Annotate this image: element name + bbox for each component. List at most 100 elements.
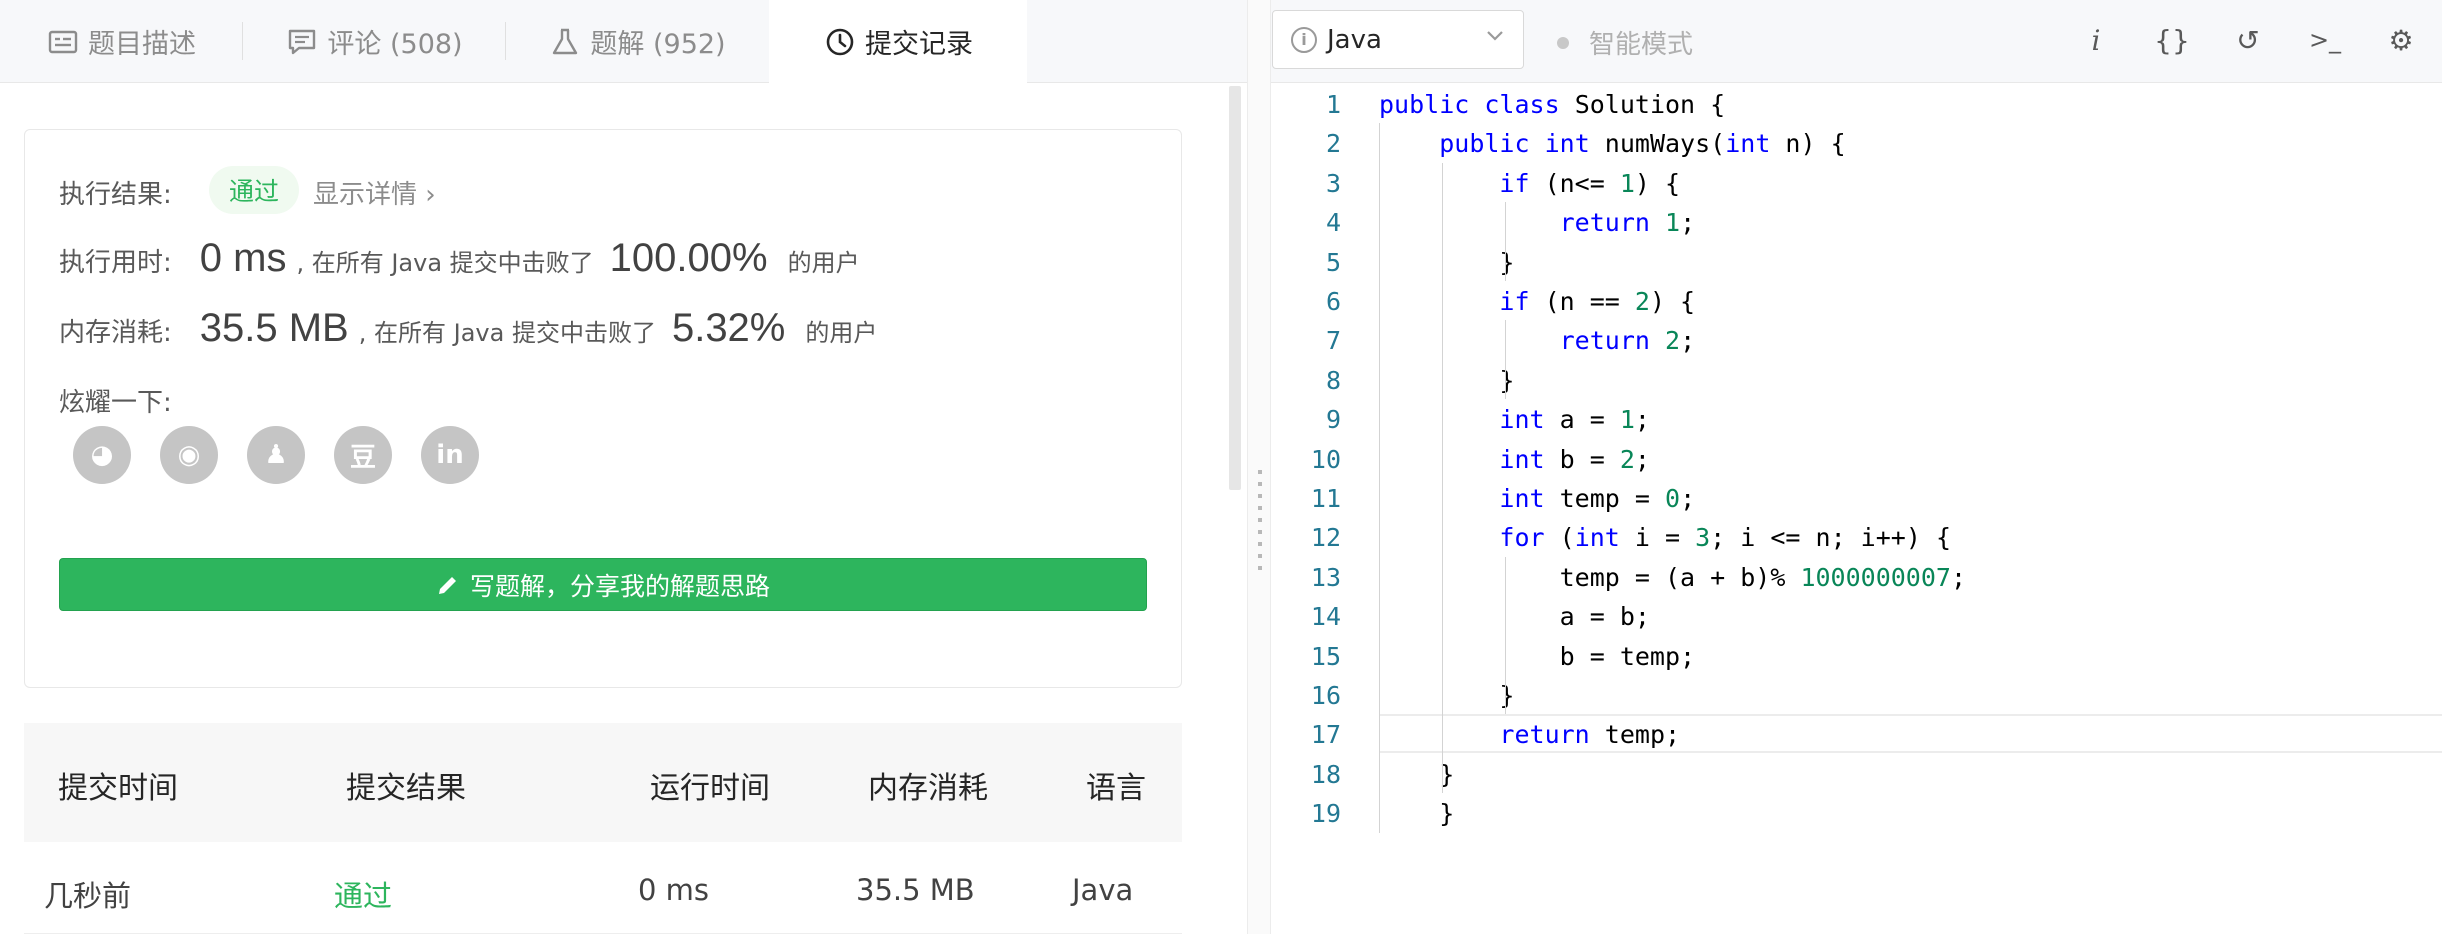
code-line[interactable]: 7 return 2; bbox=[1271, 320, 2442, 359]
indent-guide bbox=[1379, 123, 1380, 833]
qq-icon[interactable]: ♟ bbox=[247, 426, 305, 484]
linkedin-icon[interactable]: in bbox=[421, 426, 479, 484]
indent-guide bbox=[1505, 202, 1506, 281]
line-number: 9 bbox=[1325, 405, 1341, 435]
code-line[interactable]: 10 int b = 2; bbox=[1271, 439, 2442, 478]
settings-icon[interactable]: ⚙ bbox=[2381, 20, 2421, 60]
editor-panel: i Java 智能模式 i {} ↺ >_ ⚙ 1 public class So… bbox=[1271, 0, 2442, 934]
code-text: return 1; bbox=[1559, 208, 1696, 238]
line-number: 4 bbox=[1325, 208, 1341, 238]
code-line[interactable]: 16 } bbox=[1271, 675, 2442, 714]
tab-description[interactable]: 题目描述 bbox=[0, 0, 242, 83]
info-icon[interactable]: i bbox=[2076, 20, 2116, 60]
header-memory[interactable]: 内存消耗 bbox=[868, 763, 988, 807]
header-runtime[interactable]: 运行时间 bbox=[650, 763, 770, 807]
line-number: 3 bbox=[1325, 168, 1341, 198]
line-number: 14 bbox=[1310, 602, 1341, 632]
code-line[interactable]: 14 a = b; bbox=[1271, 596, 2442, 635]
indent-guide bbox=[1442, 162, 1443, 794]
line-number: 1 bbox=[1325, 90, 1341, 119]
line-number: 12 bbox=[1310, 523, 1341, 553]
flask-icon bbox=[548, 25, 582, 59]
code-line[interactable]: 4 return 1; bbox=[1271, 202, 2442, 241]
memory-value: 35.5 MB bbox=[199, 306, 349, 350]
code-line[interactable]: 13 temp = (a + b)% 1000000007; bbox=[1271, 557, 2442, 596]
code-line[interactable]: 2 public int numWays(int n) { bbox=[1271, 123, 2442, 162]
code-text: public int numWays(int n) { bbox=[1439, 129, 1846, 159]
code-line[interactable]: 17 return temp; bbox=[1271, 714, 2442, 754]
code-line[interactable]: 11 int temp = 0; bbox=[1271, 478, 2442, 517]
code-text: } bbox=[1379, 681, 1515, 710]
line-number: 16 bbox=[1310, 681, 1341, 710]
runtime-row: 执行用时: 0 ms , 在所有 Java 提交中击败了 100.00% 的用户 bbox=[59, 236, 860, 281]
line-number: 10 bbox=[1310, 444, 1341, 474]
tab-submissions[interactable]: 提交记录 bbox=[769, 0, 1027, 84]
code-text: for (int i = 3; i <= n; i++) { bbox=[1499, 523, 1951, 553]
line-number: 5 bbox=[1325, 247, 1341, 277]
line-number: 19 bbox=[1310, 799, 1341, 829]
memory-text: , 在所有 Java 提交中击败了 bbox=[358, 319, 656, 347]
code-line[interactable]: 9 int a = 1; bbox=[1271, 399, 2442, 438]
code-line[interactable]: 5 } bbox=[1271, 242, 2442, 281]
panel-resizer[interactable] bbox=[1247, 0, 1271, 934]
code-text: int b = 2; bbox=[1499, 444, 1650, 474]
smart-mode-label: 智能模式 bbox=[1589, 30, 1694, 60]
code-editor[interactable]: 1 public class Solution {2 public int num… bbox=[1271, 84, 2442, 934]
language-value: Java bbox=[1327, 24, 1382, 55]
scrollbar[interactable] bbox=[1229, 86, 1241, 490]
write-solution-button[interactable]: 写题解，分享我的解题思路 bbox=[59, 558, 1147, 611]
tab-label: 题目描述 bbox=[88, 29, 196, 60]
smart-mode-toggle[interactable]: 智能模式 bbox=[1557, 24, 1693, 61]
reset-icon[interactable]: ↺ bbox=[2228, 20, 2268, 60]
header-result[interactable]: 提交结果 bbox=[346, 763, 466, 807]
language-select[interactable]: i Java bbox=[1272, 10, 1524, 69]
left-panel: 题目描述 评论 (508) 题解 (952) 提交记录 执行结果: 通过 显示详… bbox=[0, 0, 1247, 934]
code-line[interactable]: 19 } bbox=[1271, 793, 2442, 832]
braces-icon[interactable]: {} bbox=[2152, 20, 2192, 60]
code-text: a = b; bbox=[1379, 602, 1650, 632]
code-line[interactable]: 3 if (n<= 1) { bbox=[1271, 163, 2442, 202]
code-line[interactable]: 8 } bbox=[1271, 360, 2442, 399]
memory-label: 内存消耗: bbox=[59, 318, 172, 348]
code-text: if (n == 2) { bbox=[1499, 287, 1696, 316]
indent-guide bbox=[1505, 556, 1506, 715]
code-line[interactable]: 1 public class Solution { bbox=[1271, 84, 2442, 123]
runtime-value: 0 ms bbox=[199, 236, 287, 280]
cell-result[interactable]: 通过 bbox=[334, 873, 392, 915]
cell-time: 几秒前 bbox=[44, 879, 132, 913]
douban-icon[interactable]: 豆 bbox=[334, 426, 392, 484]
line-number: 7 bbox=[1325, 326, 1341, 356]
clock-icon bbox=[823, 25, 857, 59]
code-line[interactable]: 6 if (n == 2) { bbox=[1271, 281, 2442, 320]
tab-solutions[interactable]: 题解 (952) bbox=[506, 0, 768, 83]
show-detail-link[interactable]: 显示详情 › bbox=[313, 174, 436, 211]
line-number: 6 bbox=[1325, 287, 1341, 316]
code-line[interactable]: 18 } bbox=[1271, 754, 2442, 793]
console-icon[interactable]: >_ bbox=[2305, 20, 2345, 60]
wechat-icon[interactable]: ◕ bbox=[73, 426, 131, 484]
cell-language: Java bbox=[1072, 873, 1134, 907]
tab-comments[interactable]: 评论 (508) bbox=[243, 0, 505, 83]
memory-suffix: 的用户 bbox=[805, 319, 878, 347]
submissions-table: 提交时间 提交结果 运行时间 内存消耗 语言 几秒前 通过 0 ms 35.5 … bbox=[24, 723, 1182, 934]
code-text: } bbox=[1379, 365, 1515, 395]
header-language[interactable]: 语言 bbox=[1086, 763, 1146, 807]
table-header: 提交时间 提交结果 运行时间 内存消耗 语言 bbox=[24, 723, 1182, 842]
memory-row: 内存消耗: 35.5 MB , 在所有 Java 提交中击败了 5.32% 的用… bbox=[59, 306, 877, 351]
code-line[interactable]: 15 b = temp; bbox=[1271, 636, 2442, 675]
line-number: 18 bbox=[1310, 759, 1341, 789]
write-solution-label: 写题解，分享我的解题思路 bbox=[469, 571, 770, 601]
tab-bar: 题目描述 评论 (508) 题解 (952) 提交记录 bbox=[0, 0, 1247, 84]
description-icon bbox=[46, 25, 80, 59]
code-text: int a = 1; bbox=[1499, 405, 1650, 435]
table-row[interactable]: 几秒前 通过 0 ms 35.5 MB Java bbox=[24, 842, 1182, 934]
comment-icon bbox=[285, 25, 319, 59]
line-number: 11 bbox=[1310, 484, 1341, 513]
status-badge: 通过 bbox=[209, 166, 300, 214]
weibo-icon[interactable]: ◉ bbox=[160, 426, 218, 484]
code-text: return temp; bbox=[1499, 720, 1681, 750]
code-line[interactable]: 12 for (int i = 3; i <= n; i++) { bbox=[1271, 517, 2442, 556]
code-text: int temp = 0; bbox=[1499, 484, 1696, 513]
cell-runtime: 0 ms bbox=[638, 873, 710, 907]
header-time[interactable]: 提交时间 bbox=[58, 763, 178, 807]
